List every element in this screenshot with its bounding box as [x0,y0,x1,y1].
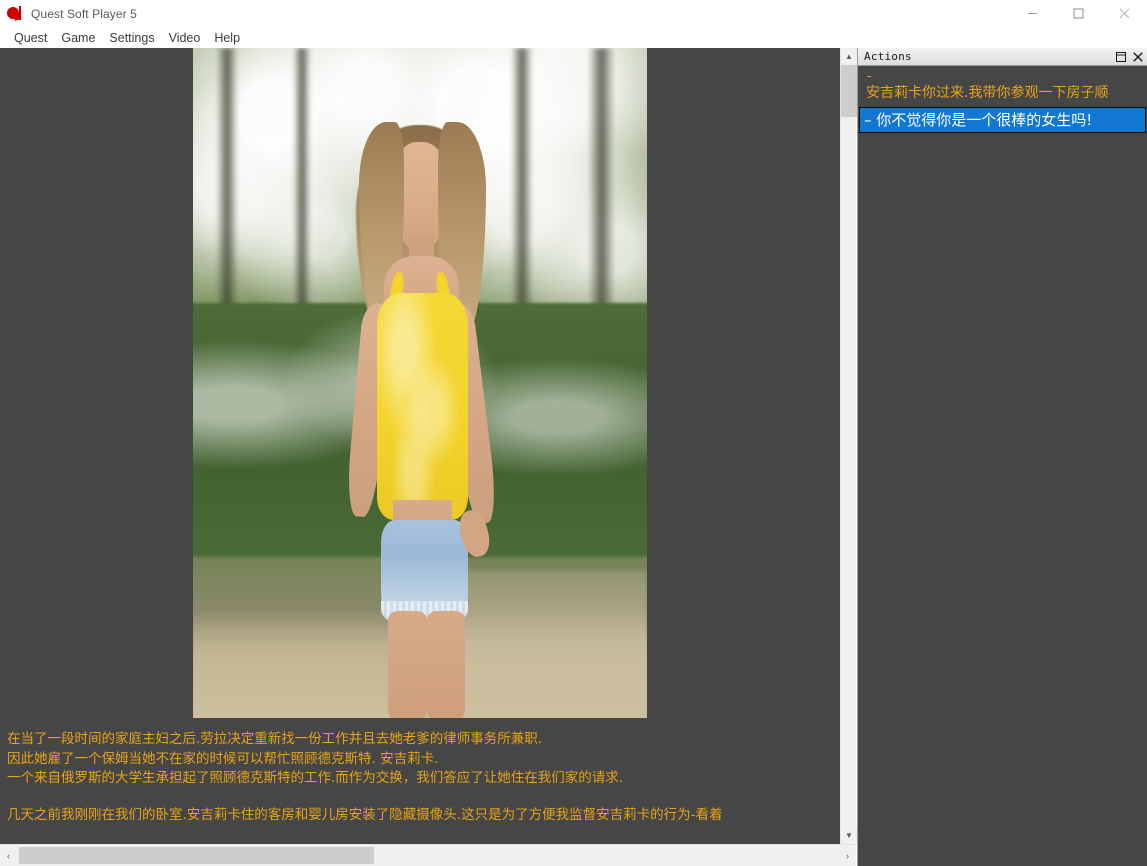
quest-logo-icon [7,5,23,22]
story-line: 几天之前我刚刚在我们的卧室.安吉莉卡住的客房和婴儿房安装了隐藏摄像头.这只是为了… [7,806,723,823]
window-titlebar: Quest Soft Player 5 [0,0,1147,27]
menu-item-settings[interactable]: Settings [102,29,161,47]
minimize-button[interactable] [1009,0,1055,27]
application-window: Quest Soft Player 5 Quest Game Settings … [0,0,1147,866]
story-line: 因此她雇了一个保姆当她不在家的时候可以帮忙照顾德克斯特. 安吉莉卡. [7,750,439,767]
vertical-scroll-thumb[interactable] [841,65,857,117]
actions-close-icon[interactable] [1133,52,1143,62]
story-line: 在当了一段时间的家庭主妇之后.劳拉决定重新找一份工作并且去她老爹的律师事务所兼职… [7,731,543,747]
scroll-down-arrow-icon[interactable]: ▼ [841,827,857,844]
main-scroll-content: 在当了一段时间的家庭主妇之后.劳拉决定重新找一份工作并且去她老爹的律师事务所兼职… [0,48,840,844]
illustration-canvas [193,48,647,718]
story-text: 在当了一段时间的家庭主妇之后.劳拉决定重新找一份工作并且去她老爹的律师事务所兼职… [7,730,837,825]
main-vertical-scrollbar[interactable]: ▲ ▼ [840,48,857,844]
horizontal-scroll-thumb[interactable] [19,847,374,864]
menu-item-quest[interactable]: Quest [7,29,54,47]
scroll-left-arrow-icon[interactable]: ‹ [0,845,17,866]
window-title: Quest Soft Player 5 [31,6,137,21]
window-controls [1009,0,1147,27]
story-line-blank [7,789,837,806]
scroll-up-arrow-icon[interactable]: ▲ [841,48,857,65]
actions-restore-icon[interactable] [1116,52,1126,62]
menu-item-game[interactable]: Game [54,29,102,47]
actions-list: - 安吉莉卡你过来.我带你参观一下房子顺 – 你不觉得你是一个很棒的女生吗! [858,66,1147,866]
close-button[interactable] [1101,0,1147,27]
actions-panel: Actions - 安吉莉卡你过来.我带你参观一下房子顺 – 你不觉得你是一个很… [857,48,1147,866]
actions-dash-marker: - [867,70,872,83]
story-line: 一个来自俄罗斯的大学生承担起了照顾德克斯特的工作.而作为交换，我们答应了让她住在… [7,770,624,786]
main-content-pane: 在当了一段时间的家庭主妇之后.劳拉决定重新找一份工作并且去她老爹的律师事务所兼职… [0,48,856,844]
menu-item-help[interactable]: Help [207,29,247,47]
menu-item-video[interactable]: Video [162,29,208,47]
main-horizontal-scrollbar[interactable]: ‹ › [0,844,856,866]
action-item-unselected[interactable]: 安吉莉卡你过来.我带你参观一下房子顺 [858,83,1147,103]
game-illustration [193,48,647,718]
actions-panel-titlebar: Actions [858,48,1147,66]
scroll-right-arrow-icon[interactable]: › [839,845,856,866]
maximize-button[interactable] [1055,0,1101,27]
menubar: Quest Game Settings Video Help [0,27,1147,48]
actions-panel-title: Actions [864,50,912,63]
action-item-selected[interactable]: – 你不觉得你是一个很棒的女生吗! [859,107,1146,133]
actions-panel-controls [1116,48,1143,66]
